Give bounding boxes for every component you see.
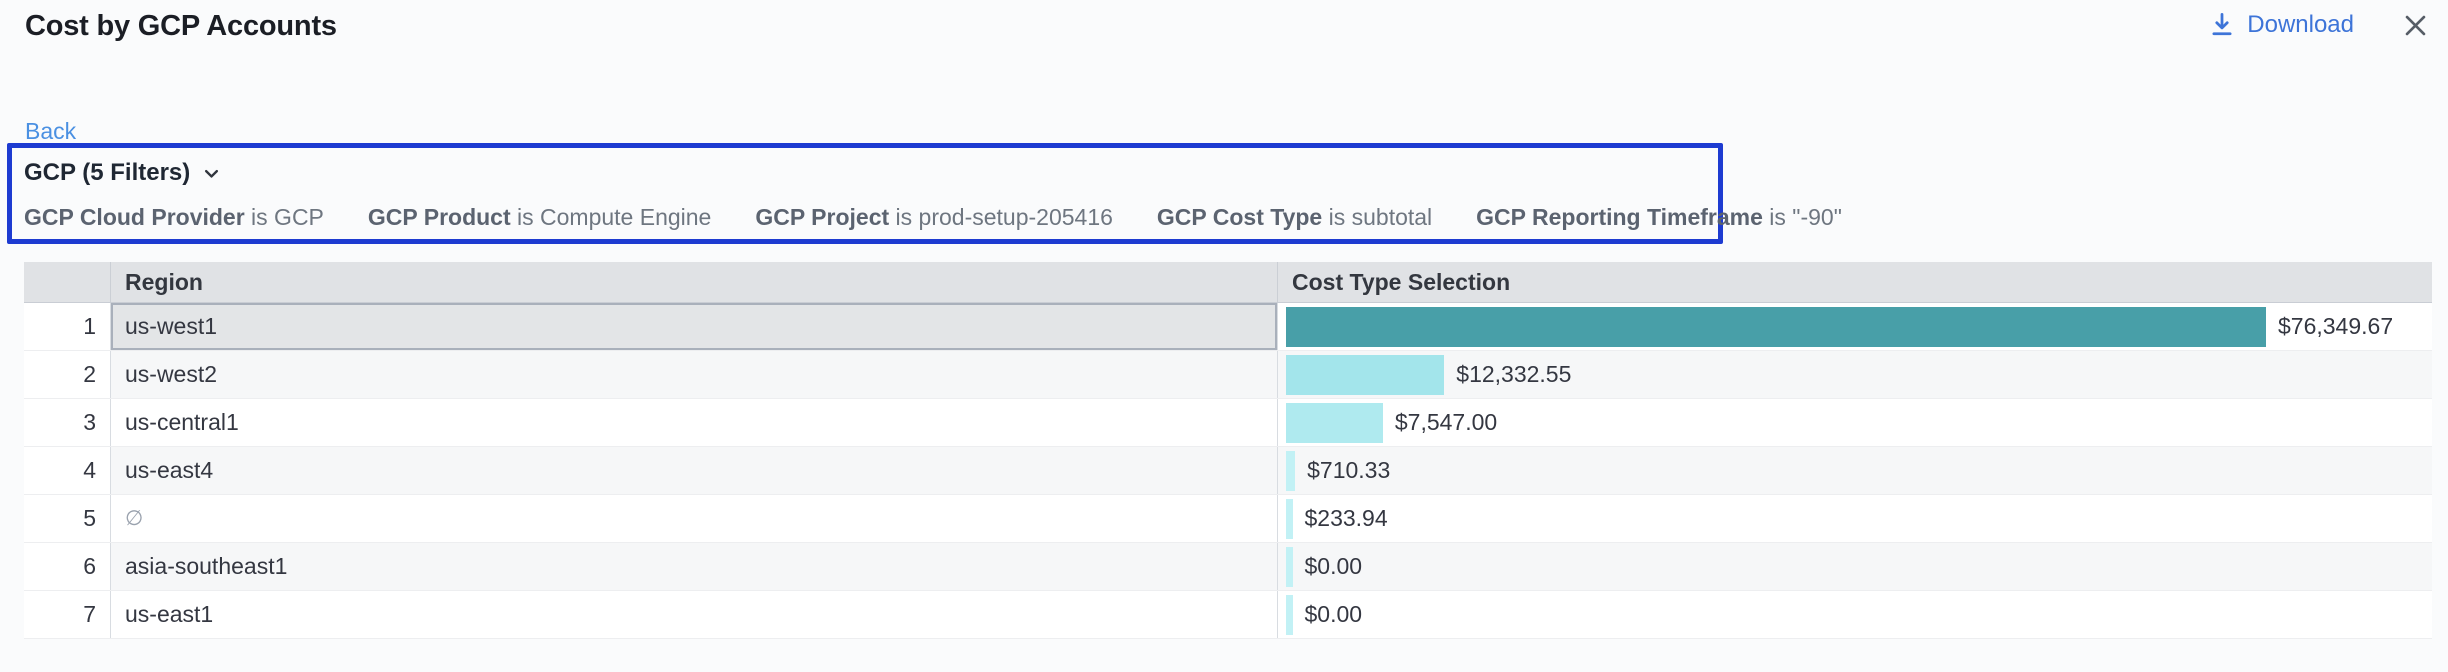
- filter-field: GCP Cloud Provider: [24, 204, 245, 230]
- close-button[interactable]: [2400, 10, 2430, 40]
- filter-condition: is "-90": [1763, 204, 1842, 230]
- cost-value: $710.33: [1307, 457, 1390, 484]
- cost-value: $233.94: [1305, 505, 1388, 532]
- chevron-down-icon: [202, 164, 221, 183]
- cost-bar: [1286, 595, 1293, 635]
- cost-bar-cell: $710.33: [1278, 447, 2432, 494]
- region-cell[interactable]: us-east1: [111, 591, 1278, 638]
- filter-condition: is prod-setup-205416: [889, 204, 1113, 230]
- region-cell[interactable]: ∅: [111, 495, 1278, 542]
- table-row[interactable]: 1us-west1 $76,349.67: [24, 303, 2432, 351]
- download-label: Download: [2247, 11, 2354, 39]
- page-title: Cost by GCP Accounts: [25, 10, 337, 43]
- filter-group-dropdown[interactable]: GCP (5 Filters): [24, 159, 221, 187]
- filter-item: GCP Project is prod-setup-205416: [755, 204, 1113, 231]
- region-column-header[interactable]: Region: [111, 262, 1278, 302]
- cost-bar-cell: $12,332.55: [1278, 351, 2432, 398]
- download-button[interactable]: Download: [2209, 11, 2354, 39]
- cost-bar-cell: $233.94: [1278, 495, 2432, 542]
- table-row[interactable]: 4us-east4 $710.33: [24, 447, 2432, 495]
- filter-list: GCP Cloud Provider is GCP GCP Product is …: [24, 204, 1707, 231]
- download-icon: [2209, 12, 2235, 38]
- cost-bar-cell: $0.00: [1278, 543, 2432, 590]
- row-index: 4: [24, 447, 111, 494]
- cost-bar: [1286, 307, 2266, 347]
- table-row[interactable]: 2us-west2 $12,332.55: [24, 351, 2432, 399]
- cost-bar-cell: $0.00: [1278, 591, 2432, 638]
- row-index: 3: [24, 399, 111, 446]
- filter-item: GCP Product is Compute Engine: [368, 204, 711, 231]
- row-index: 7: [24, 591, 111, 638]
- region-cell[interactable]: asia-southeast1: [111, 543, 1278, 590]
- table-row[interactable]: 7us-east1 $0.00: [24, 591, 2432, 639]
- close-icon: [2402, 12, 2429, 39]
- cost-bar-cell: $76,349.67: [1278, 303, 2432, 350]
- table-body: 1us-west1$76,349.672us-west2$12,332.553u…: [24, 303, 2432, 639]
- cost-bar: [1286, 451, 1295, 491]
- cost-value: $12,332.55: [1456, 361, 1571, 388]
- table-row[interactable]: 5∅ $233.94: [24, 495, 2432, 543]
- filter-condition: is Compute Engine: [511, 204, 712, 230]
- filter-item: GCP Cost Type is subtotal: [1157, 204, 1432, 231]
- filter-condition: is subtotal: [1322, 204, 1432, 230]
- cost-bar: [1286, 499, 1293, 539]
- row-index: 6: [24, 543, 111, 590]
- filter-field: GCP Product: [368, 204, 511, 230]
- cost-value: $0.00: [1305, 601, 1363, 628]
- cost-table: Region Cost Type Selection 1us-west1 $76,…: [24, 262, 2432, 639]
- cost-column-header[interactable]: Cost Type Selection: [1278, 262, 2432, 302]
- row-index: 2: [24, 351, 111, 398]
- cost-bar: [1286, 403, 1383, 443]
- back-link[interactable]: Back: [25, 118, 76, 145]
- region-cell[interactable]: us-west1: [111, 303, 1278, 350]
- table-header: Region Cost Type Selection: [24, 262, 2432, 303]
- table-row[interactable]: 3us-central1 $7,547.00: [24, 399, 2432, 447]
- filter-field: GCP Reporting Timeframe: [1476, 204, 1763, 230]
- filter-field: GCP Cost Type: [1157, 204, 1322, 230]
- top-actions: Download: [2209, 10, 2430, 40]
- filter-field: GCP Project: [755, 204, 889, 230]
- cost-bar-cell: $7,547.00: [1278, 399, 2432, 446]
- row-index: 1: [24, 303, 111, 350]
- region-cell[interactable]: us-east4: [111, 447, 1278, 494]
- row-index: 5: [24, 495, 111, 542]
- cost-value: $7,547.00: [1395, 409, 1497, 436]
- cost-bar: [1286, 355, 1444, 395]
- row-number-header: [24, 262, 111, 302]
- filter-group-label: GCP (5 Filters): [24, 159, 190, 187]
- filter-condition: is GCP: [245, 204, 324, 230]
- cost-value: $76,349.67: [2278, 313, 2393, 340]
- cost-value: $0.00: [1305, 553, 1363, 580]
- filter-item: GCP Cloud Provider is GCP: [24, 204, 324, 231]
- cost-bar: [1286, 547, 1293, 587]
- filter-panel: GCP (5 Filters) GCP Cloud Provider is GC…: [7, 143, 1723, 244]
- region-cell[interactable]: us-west2: [111, 351, 1278, 398]
- filter-item: GCP Reporting Timeframe is "-90": [1476, 204, 1842, 231]
- region-cell[interactable]: us-central1: [111, 399, 1278, 446]
- table-row[interactable]: 6asia-southeast1 $0.00: [24, 543, 2432, 591]
